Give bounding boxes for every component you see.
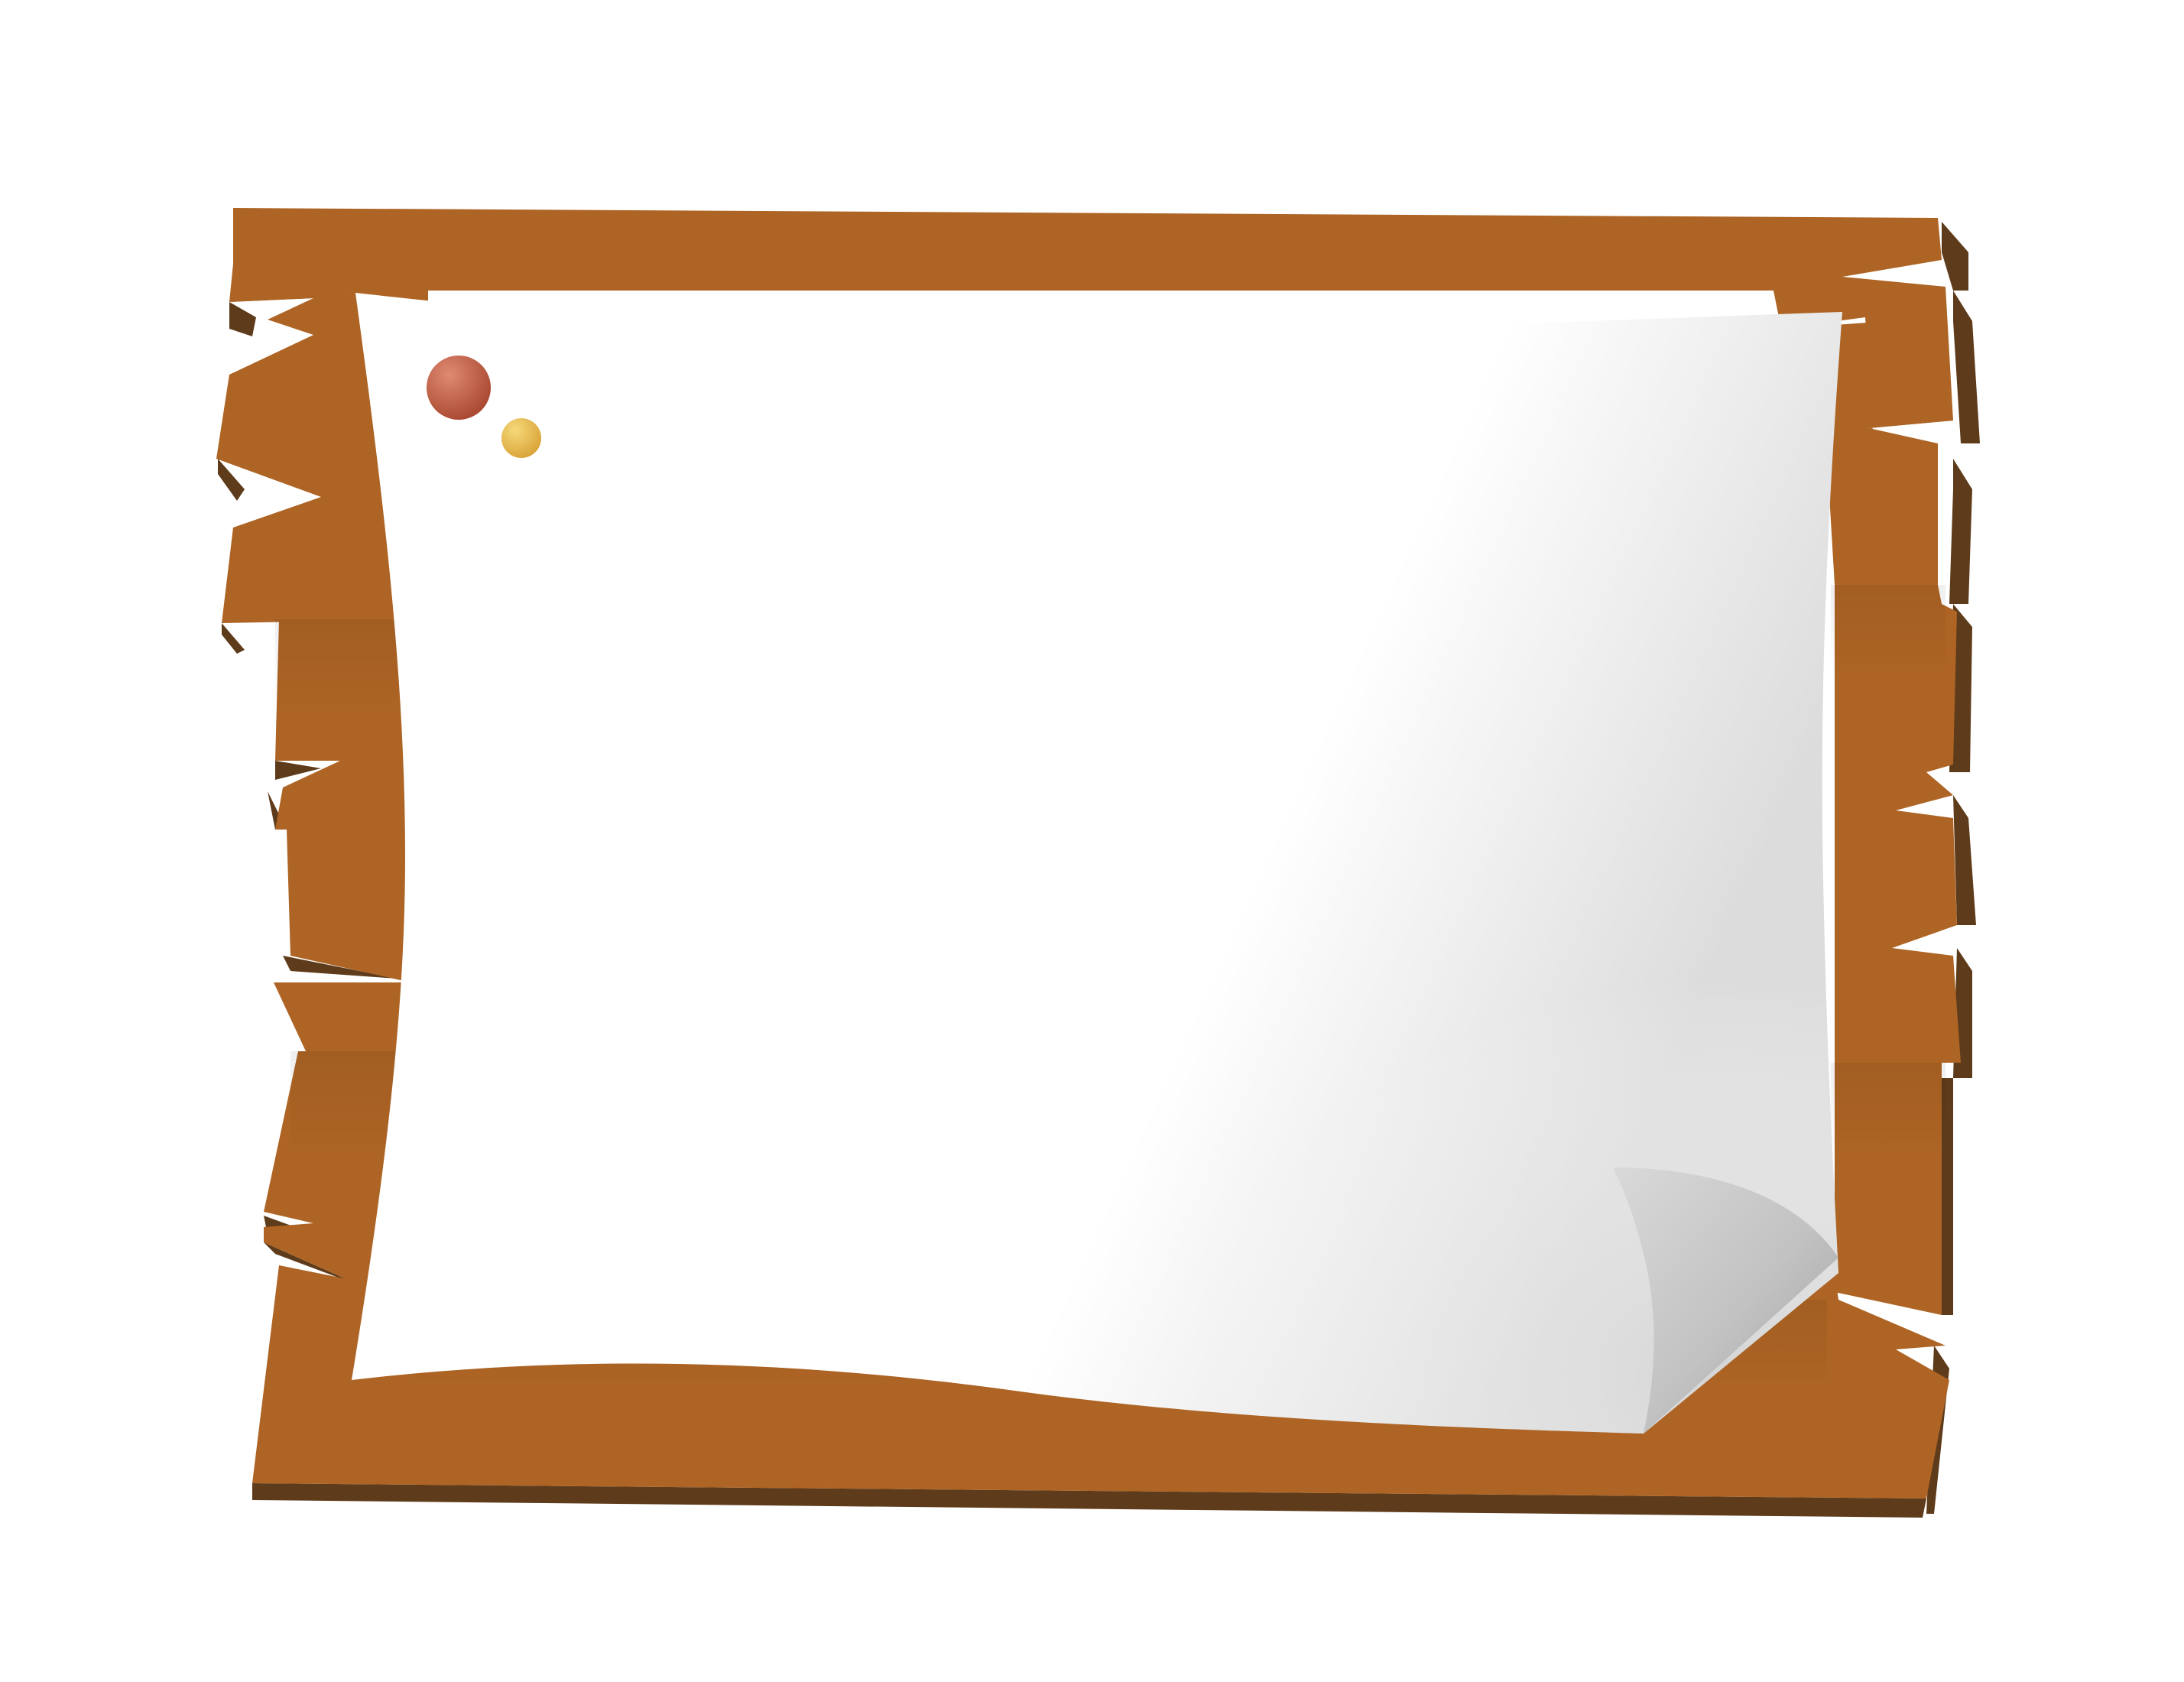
paper-sheet	[352, 293, 1842, 1434]
pushpin-icon	[427, 356, 491, 420]
pushpin-icon	[501, 418, 541, 458]
wooden-notice-board	[216, 208, 1980, 1518]
